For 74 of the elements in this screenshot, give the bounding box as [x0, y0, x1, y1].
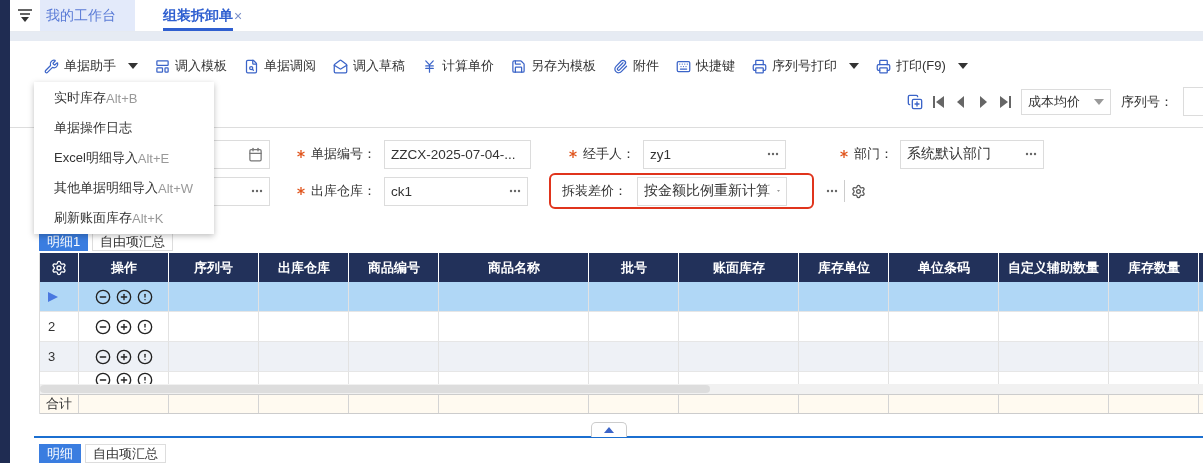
settings-icon[interactable]	[851, 183, 866, 199]
caret-up-icon	[603, 427, 614, 433]
select-field[interactable]: 按金额比例重新计算	[637, 176, 787, 206]
more-icon[interactable]	[509, 189, 521, 193]
next-icon[interactable]	[977, 94, 989, 109]
field-label: 单据编号：	[311, 145, 376, 164]
toolbar-button[interactable]: 打印(F9)	[876, 57, 968, 76]
collapse-button[interactable]	[590, 422, 627, 437]
table-row[interactable]: 2	[40, 312, 1203, 342]
keyboard-icon	[676, 58, 691, 74]
alert-icon[interactable]	[136, 318, 153, 335]
calendar-icon	[248, 146, 263, 162]
toolbar-button[interactable]: 另存为模板	[511, 57, 596, 76]
previous-icon[interactable]	[955, 94, 967, 109]
more-icon[interactable]	[1025, 152, 1037, 157]
more-icon[interactable]	[767, 152, 779, 157]
row-number: 3	[48, 349, 56, 364]
alert-icon[interactable]	[136, 348, 153, 365]
toolbar-button[interactable]: 调入草稿	[333, 57, 405, 76]
add-row-icon[interactable]	[115, 288, 132, 305]
toolbar-button[interactable]: 快捷键	[676, 57, 735, 76]
alert-icon[interactable]	[136, 372, 153, 384]
last-icon[interactable]	[999, 94, 1011, 109]
add-row-icon[interactable]	[115, 318, 132, 335]
toolbar-button[interactable]: 附件	[613, 57, 659, 76]
printer-icon	[752, 58, 767, 74]
price-select[interactable]: 成本均价	[1021, 88, 1111, 115]
paperclip-icon	[613, 58, 628, 74]
field-label: 经手人：	[583, 145, 635, 164]
table-row[interactable]: 3	[40, 342, 1203, 372]
detail-tab[interactable]: 明细	[39, 444, 81, 463]
field-label: 部门：	[854, 145, 893, 164]
toolbar-button[interactable]: 单据调阅	[244, 57, 316, 76]
save-icon	[511, 58, 526, 74]
row-number: 2	[48, 319, 56, 334]
remove-row-icon[interactable]	[94, 288, 111, 305]
menu-item[interactable]: 刷新账面库存Alt+K	[34, 203, 214, 233]
more-icon[interactable]	[251, 189, 263, 193]
add-row-icon[interactable]	[115, 348, 132, 365]
remove-row-icon[interactable]	[94, 372, 111, 384]
input-field[interactable]: zy1	[643, 139, 786, 169]
remove-row-icon[interactable]	[94, 348, 111, 365]
add-row-icon[interactable]	[115, 372, 132, 384]
caret-icon	[1094, 98, 1104, 105]
printer-icon	[876, 58, 891, 74]
current-row-icon	[48, 291, 58, 302]
menu-icon[interactable]	[17, 8, 33, 23]
input-field[interactable]: ZZCX-2025-07-04-...	[384, 139, 531, 169]
yen-icon	[422, 58, 437, 74]
menu-item[interactable]: 实时库存Alt+B	[34, 83, 214, 113]
menu-item[interactable]: Excel明细导入Alt+E	[34, 143, 214, 173]
menu-item[interactable]: 单据操作日志	[34, 113, 214, 143]
scrollbar-thumb[interactable]	[40, 385, 710, 393]
envelope-icon	[333, 58, 348, 74]
menu-item[interactable]: 其他单据明细导入Alt+W	[34, 173, 214, 203]
tools-icon	[44, 58, 59, 74]
toolbar-button[interactable]: 调入模板	[155, 57, 227, 76]
total-label: 合计	[40, 395, 79, 413]
toolbar-button[interactable]: 计算单价	[422, 57, 494, 76]
alert-icon[interactable]	[136, 288, 153, 305]
first-icon[interactable]	[933, 94, 945, 109]
more-icon[interactable]	[826, 189, 838, 193]
field-label: 出库仓库：	[311, 182, 376, 200]
add-copy-icon[interactable]	[907, 93, 923, 110]
template-icon	[155, 58, 170, 74]
toolbar-button[interactable]: 单据助手	[44, 57, 138, 76]
toolbar-button[interactable]: 序列号打印	[752, 57, 859, 76]
input-field[interactable]: ck1	[384, 176, 528, 206]
serial-label: 序列号：	[1121, 92, 1173, 111]
detail-tab[interactable]: 自由项汇总	[85, 444, 166, 463]
document-search-icon	[244, 58, 259, 74]
input-field[interactable]: 系统默认部门	[900, 139, 1044, 169]
field-label: 拆装差价：	[562, 182, 627, 200]
remove-row-icon[interactable]	[94, 318, 111, 335]
